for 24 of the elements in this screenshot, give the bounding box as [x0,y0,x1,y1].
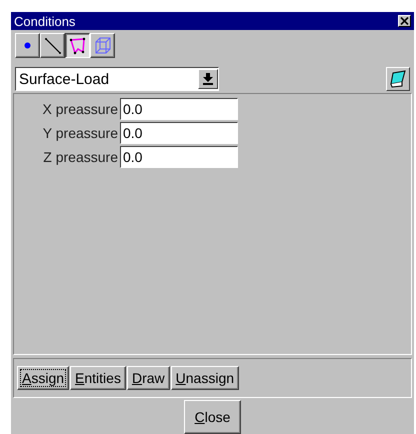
action-button[interactable]: Draw [126,366,170,390]
volume-tool-button[interactable] [90,33,115,58]
input-field[interactable]: 0.0 [120,98,238,120]
action-button[interactable]: Entities [70,366,126,390]
down-arrow-icon[interactable] [202,73,214,85]
point-tool-button[interactable] [15,33,40,58]
close-icon[interactable] [398,15,411,27]
input-field[interactable]: 0.0 [120,146,238,168]
line-tool-button[interactable] [40,33,65,58]
eraser-icon[interactable] [386,67,410,91]
condition-dropdown[interactable]: Surface-Load [15,67,219,91]
field-label: X preassure [42,101,119,117]
cube-icon [92,36,112,56]
input-field[interactable]: 0.0 [120,122,238,144]
close-button[interactable]: Close [184,400,242,434]
field-label: Z preassure [42,149,119,165]
action-button[interactable]: Assign [17,366,70,390]
window-title: Conditions [14,14,76,28]
field-label: Y preassure [42,125,119,141]
polygon-icon [68,36,88,56]
action-button[interactable]: Unassign [170,366,240,390]
surface-tool-button[interactable] [65,33,90,58]
dot-icon [24,42,31,49]
line-icon [42,36,62,56]
